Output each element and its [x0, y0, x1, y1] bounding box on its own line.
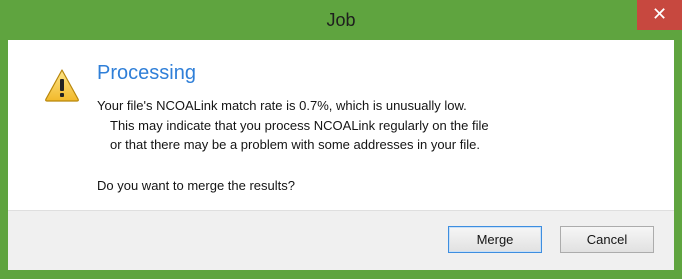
job-dialog-window: Job ✕ Processing Your file's NCOALink ma…: [0, 0, 682, 279]
merge-button[interactable]: Merge: [448, 226, 542, 253]
close-icon: ✕: [651, 4, 668, 24]
close-button[interactable]: ✕: [637, 0, 682, 30]
message-line-2: This may indicate that you process NCOAL…: [110, 118, 489, 133]
warning-icon: [45, 69, 79, 102]
message-line-3: or that there may be a problem with some…: [110, 137, 480, 152]
message-line-1: Your file's NCOALink match rate is 0.7%,…: [97, 98, 467, 113]
title-bar[interactable]: Job ✕: [0, 0, 682, 40]
cancel-button[interactable]: Cancel: [560, 226, 654, 253]
button-bar: Merge Cancel: [8, 210, 674, 270]
window-title: Job: [326, 10, 356, 30]
merge-question: Do you want to merge the results?: [97, 178, 295, 193]
dialog-body: Processing Your file's NCOALink match ra…: [8, 40, 674, 270]
dialog-heading: Processing: [97, 62, 196, 84]
